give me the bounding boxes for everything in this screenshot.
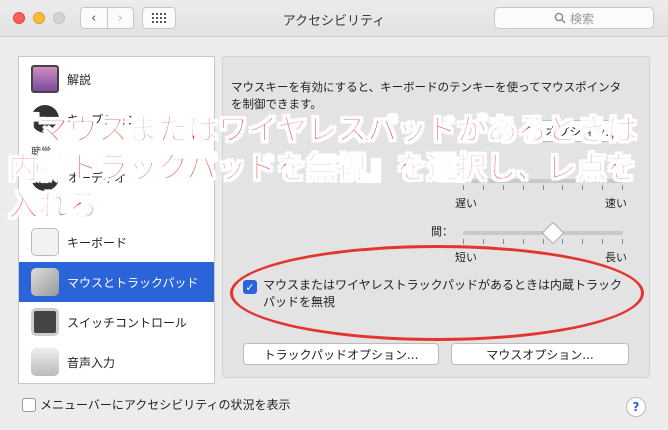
highlight-oval: [230, 245, 644, 341]
search-placeholder: 検索: [569, 11, 594, 26]
sidebar-item-label: マウスとトラックパッド: [67, 275, 199, 290]
sidebar-item-label: スイッチコントロール: [67, 315, 188, 330]
menubar-status-label: メニューバーにアクセシビリティの状況を表示: [40, 398, 291, 412]
slider-max-label: 長い: [605, 251, 627, 264]
sidebar-item-keyboard[interactable]: キーボード: [19, 222, 214, 262]
sidebar-item-label: キーボード: [67, 235, 128, 250]
trackpad-options-button[interactable]: トラックパッドオプション...: [243, 343, 439, 365]
sidebar-item-mouse-trackpad[interactable]: マウスとトラックパッド: [19, 262, 214, 302]
annotation-text: 『マウスまたはワイヤレスパッドがあるときは内臓トラックパッドを無視』を選択し、レ…: [8, 113, 638, 225]
sidebar-item-switch-control[interactable]: スイッチコントロール: [19, 302, 214, 342]
sidebar-item-dictation[interactable]: 音声入力: [19, 342, 214, 382]
search-icon: [554, 12, 566, 24]
mouse-icon: [31, 268, 59, 296]
sidebar-item-description[interactable]: 解説: [19, 59, 214, 99]
mouse-keys-description: マウスキーを有効にすると、キーボードのテンキーを使ってマウスポインタを制御できま…: [231, 80, 622, 111]
keyboard-icon: [31, 228, 59, 256]
display-icon: [31, 65, 59, 93]
title-bar: ‹ › アクセシビリティ 検索: [0, 0, 668, 37]
menubar-status-checkbox[interactable]: [22, 398, 36, 412]
switch-icon: [31, 308, 59, 336]
delay-slider-ticks: [463, 239, 623, 244]
mouse-options-button[interactable]: マウスオプション...: [451, 343, 629, 365]
search-field[interactable]: 検索: [494, 7, 654, 29]
sidebar-item-label: 音声入力: [67, 355, 116, 370]
sidebar-item-label: 解説: [67, 72, 92, 87]
microphone-icon: [31, 348, 59, 376]
help-button[interactable]: ?: [626, 397, 646, 417]
